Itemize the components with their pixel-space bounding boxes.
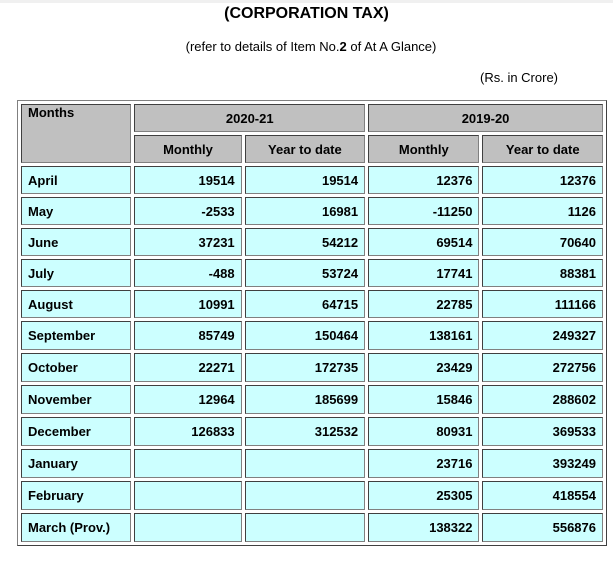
- value-cell-ytd-2019-20: 556876: [482, 513, 603, 542]
- month-cell: August: [21, 290, 132, 318]
- page-title: (CORPORATION TAX): [224, 5, 389, 22]
- value-cell-monthly-2020-21: 37231: [134, 228, 242, 256]
- table-row: October 22271 172735 23429 272756: [21, 353, 603, 382]
- value-cell-ytd-2020-21: 16981: [244, 197, 366, 225]
- value-cell-ytd-2019-20: 272756: [482, 353, 603, 382]
- header-monthly-2019-20: Monthly: [368, 135, 480, 163]
- value-cell-ytd-2020-21: [244, 481, 366, 510]
- value-cell-monthly-2020-21: 10991: [134, 290, 242, 318]
- header-months: Months: [21, 104, 132, 163]
- value-cell-ytd-2019-20: 1126: [482, 197, 603, 225]
- value-cell-monthly-2020-21: -2533: [134, 197, 242, 225]
- subtitle-item-number: 2: [339, 39, 347, 54]
- value-cell-monthly-2020-21: [134, 449, 242, 478]
- value-cell-ytd-2019-20: 418554: [482, 481, 603, 510]
- header-year-2020-21: 2020-21: [134, 104, 366, 132]
- table-row: March (Prov.) 138322 556876: [21, 513, 603, 542]
- value-cell-ytd-2019-20: 111166: [482, 290, 603, 318]
- subtitle-suffix: of At A Glance): [346, 39, 437, 54]
- value-cell-monthly-2019-20: 138161: [368, 321, 480, 350]
- header-ytd-2020-21: Year to date: [244, 135, 366, 163]
- month-cell: April: [21, 166, 132, 194]
- page-subtitle: (refer to details of Item No.2 of At A G…: [0, 39, 613, 54]
- table-row: November 12964 185699 15846 288602: [21, 385, 603, 414]
- month-cell: February: [21, 481, 132, 510]
- table-row: August 10991 64715 22785 111166: [21, 290, 603, 318]
- value-cell-monthly-2019-20: 22785: [368, 290, 480, 318]
- value-cell-ytd-2019-20: 288602: [482, 385, 603, 414]
- value-cell-monthly-2020-21: 85749: [134, 321, 242, 350]
- value-cell-ytd-2020-21: 150464: [244, 321, 366, 350]
- value-cell-ytd-2019-20: 12376: [482, 166, 603, 194]
- unit-label: (Rs. in Crore): [480, 70, 559, 85]
- value-cell-ytd-2019-20: 70640: [482, 228, 603, 256]
- table-row: February 25305 418554: [21, 481, 603, 510]
- value-cell-monthly-2020-21: [134, 513, 242, 542]
- header-year-2019-20: 2019-20: [368, 104, 603, 132]
- value-cell-monthly-2020-21: 12964: [134, 385, 242, 414]
- subtitle-prefix: (refer to details of Item No.: [185, 39, 340, 54]
- value-cell-monthly-2019-20: 25305: [368, 481, 480, 510]
- header-monthly-2020-21: Monthly: [134, 135, 242, 163]
- value-cell-monthly-2019-20: 23716: [368, 449, 480, 478]
- month-cell: December: [21, 417, 132, 446]
- value-cell-ytd-2020-21: 53724: [244, 259, 366, 287]
- month-cell: November: [21, 385, 132, 414]
- value-cell-monthly-2020-21: 22271: [134, 353, 242, 382]
- month-cell: March (Prov.): [21, 513, 132, 542]
- value-cell-ytd-2019-20: 393249: [482, 449, 603, 478]
- value-cell-ytd-2020-21: [244, 449, 366, 478]
- value-cell-monthly-2020-21: -488: [134, 259, 242, 287]
- table-row: May -2533 16981 -11250 1126: [21, 197, 603, 225]
- value-cell-ytd-2020-21: 185699: [244, 385, 366, 414]
- value-cell-monthly-2020-21: [134, 481, 242, 510]
- table-row: September 85749 150464 138161 249327: [21, 321, 603, 350]
- month-cell: June: [21, 228, 132, 256]
- top-bar: [0, 0, 613, 3]
- month-cell: January: [21, 449, 132, 478]
- month-cell: May: [21, 197, 132, 225]
- value-cell-monthly-2019-20: 17741: [368, 259, 480, 287]
- table-row: December 126833 312532 80931 369533: [21, 417, 603, 446]
- value-cell-monthly-2019-20: 138322: [368, 513, 480, 542]
- value-cell-ytd-2020-21: 54212: [244, 228, 366, 256]
- value-cell-ytd-2020-21: [244, 513, 366, 542]
- value-cell-ytd-2020-21: 312532: [244, 417, 366, 446]
- table-row: June 37231 54212 69514 70640: [21, 228, 603, 256]
- value-cell-ytd-2019-20: 88381: [482, 259, 603, 287]
- value-cell-monthly-2019-20: 23429: [368, 353, 480, 382]
- value-cell-monthly-2019-20: 80931: [368, 417, 480, 446]
- table-row: July -488 53724 17741 88381: [21, 259, 603, 287]
- value-cell-monthly-2019-20: -11250: [368, 197, 480, 225]
- month-cell: September: [21, 321, 132, 350]
- table-row: January 23716 393249: [21, 449, 603, 478]
- value-cell-ytd-2019-20: 369533: [482, 417, 603, 446]
- value-cell-ytd-2020-21: 19514: [244, 166, 366, 194]
- value-cell-monthly-2019-20: 12376: [368, 166, 480, 194]
- value-cell-monthly-2020-21: 126833: [134, 417, 242, 446]
- value-cell-ytd-2020-21: 172735: [244, 353, 366, 382]
- value-cell-monthly-2020-21: 19514: [134, 166, 242, 194]
- month-cell: July: [21, 259, 132, 287]
- value-cell-ytd-2019-20: 249327: [482, 321, 603, 350]
- value-cell-ytd-2020-21: 64715: [244, 290, 366, 318]
- value-cell-monthly-2019-20: 69514: [368, 228, 480, 256]
- table-row: April 19514 19514 12376 12376: [21, 166, 603, 194]
- corporation-tax-table: Months 2020-21 2019-20 Monthly Year to d…: [17, 100, 607, 546]
- header-ytd-2019-20: Year to date: [482, 135, 603, 163]
- value-cell-monthly-2019-20: 15846: [368, 385, 480, 414]
- month-cell: October: [21, 353, 132, 382]
